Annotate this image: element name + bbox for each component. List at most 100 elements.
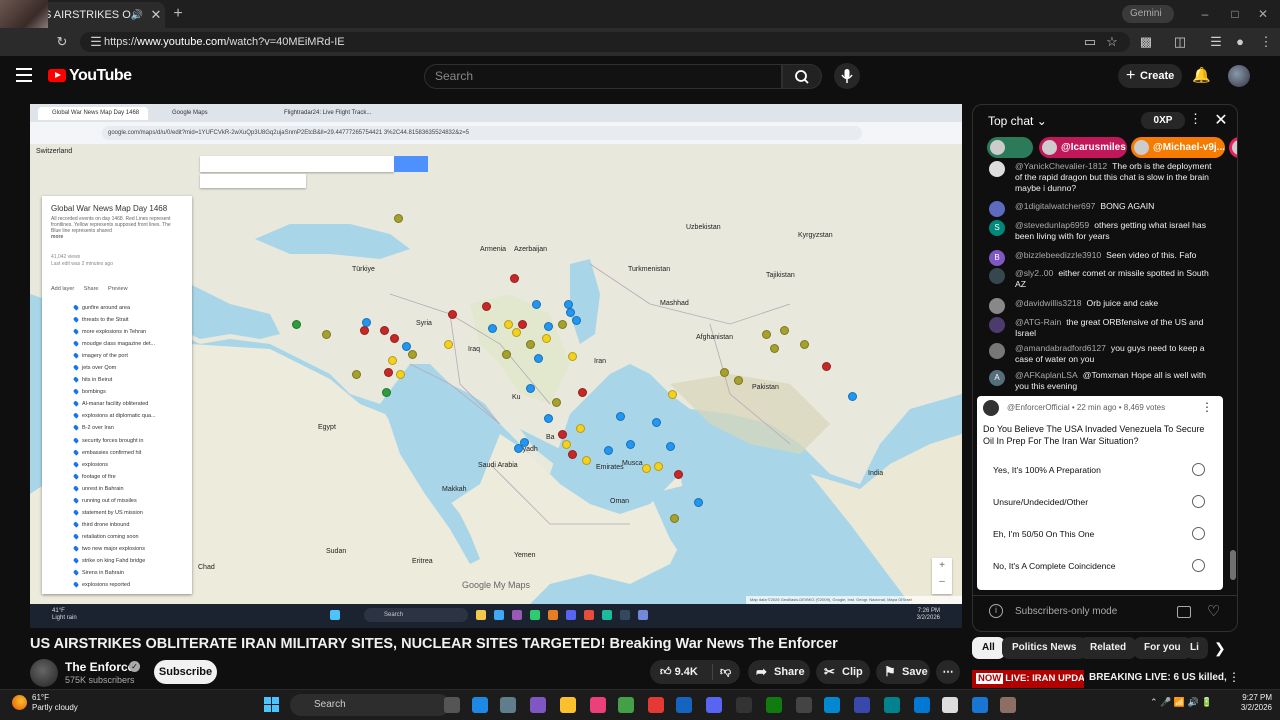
chat-message[interactable]: @amandabradford6127 you guys need to keep… [987,343,1219,365]
settings-icon[interactable] [500,697,516,713]
poll-option[interactable]: No, It's A Complete Coincidence [983,552,1215,580]
youtube-wordmark[interactable]: YouTube [69,67,132,85]
notifications-bell-icon[interactable]: 🔔 [1192,66,1211,86]
chat-scrollbar[interactable] [1230,160,1236,590]
chip-politics-news[interactable]: Politics News [1002,637,1087,659]
hamburger-menu-icon[interactable] [16,68,32,82]
steam-icon[interactable] [676,697,692,713]
dislike-button[interactable]: 👎︎ [720,660,736,684]
sidebar-icon[interactable]: ◫ [1170,32,1190,52]
scrollbar-thumb[interactable] [1230,550,1236,580]
chat-author[interactable]: @stevedunlap6959 [1015,220,1089,230]
edge-icon[interactable] [472,697,488,713]
chat-message[interactable]: @YanickChevalier-1812 The orb is the depl… [987,161,1219,193]
poll-option[interactable]: Yes, It's 100% A Preparation [983,456,1215,484]
music-icon[interactable] [590,697,606,713]
like-button[interactable]: 👍︎ 9.4K [660,660,710,684]
task-view-icon[interactable] [444,697,460,713]
app-icon[interactable] [736,697,752,713]
share-button[interactable]: ➦ Share [748,660,810,684]
chat-message[interactable]: @davidwillis3218 Orb juice and cake [987,298,1219,314]
chat-message[interactable]: @ATG-Rain the great ORBfensive of the US … [987,317,1219,339]
save-button[interactable]: ⚑ Save [876,660,930,684]
poll-more-icon[interactable]: ⋮ [1201,400,1213,414]
ticker-item[interactable] [1229,137,1237,158]
chat-message[interactable]: @1digitalwatcher697 BONG AGAIN [987,201,1219,217]
taskbar-search[interactable]: Search [290,694,450,716]
chat-author[interactable]: @YanickChevalier-1812 [1015,161,1107,171]
chat-message[interactable]: A @AFKaplanLSA @Tomxman Hope all is well w… [987,370,1219,392]
app-icon[interactable] [796,697,812,713]
ticker-item[interactable]: @Icarusmiles [1039,137,1127,158]
subscribe-button[interactable]: Subscribe [154,660,217,684]
url-field[interactable]: https://www.youtube.com/watch?v=40MEiMRd… [80,32,1130,52]
chip-related[interactable]: Related [1080,637,1137,659]
search-button[interactable] [782,64,822,89]
new-tab-button[interactable]: + [168,4,188,24]
ticker-item[interactable]: @Michael-v9j... [1131,137,1225,158]
ticker-item[interactable] [987,137,1033,158]
radio-icon[interactable] [1192,527,1205,540]
poll-option[interactable]: Unsure/Undecided/Other [983,488,1215,516]
discord-icon[interactable] [706,697,722,713]
extensions-icon[interactable]: ▩ [1136,32,1156,52]
file-explorer-icon[interactable] [560,697,576,713]
app-icon[interactable] [972,697,988,713]
app-icon[interactable] [854,697,870,713]
media-icon[interactable]: ☰ [1206,32,1226,52]
chat-author[interactable]: @bizzlebeedizzle3910 [1015,250,1101,260]
chip-for-you[interactable]: For you [1134,637,1191,659]
site-info-icon[interactable]: ☰ [86,32,106,52]
notepad-icon[interactable] [942,697,958,713]
recommended-more-icon[interactable]: ⋮ [1228,670,1240,684]
radio-icon[interactable] [1192,559,1205,572]
radio-icon[interactable] [1192,463,1205,476]
weather-widget[interactable]: 61°F Partly cloudy [12,693,132,713]
taskbar-clock[interactable]: 9:27 PM 3/2/2026 [1232,693,1272,713]
super-chat-icon[interactable] [1177,606,1191,618]
close-window-icon[interactable]: ✕ [1254,6,1272,22]
gemini-button[interactable]: Gemini [1122,5,1174,23]
chip-all[interactable]: All [972,637,1005,659]
search-input[interactable]: Search [424,64,782,89]
close-chat-icon[interactable]: ✕ [1213,110,1229,130]
close-tab-icon[interactable]: ✕ [147,7,165,23]
speaker-icon[interactable]: 🔊 [131,10,143,21]
chat-author[interactable]: @davidwillis3218 [1015,298,1082,308]
radio-icon[interactable] [1192,495,1205,508]
install-app-icon[interactable]: ▭ [1080,32,1100,52]
chat-more-icon[interactable]: ⋮ [1189,111,1202,127]
poll-option[interactable]: Eh, I'm 50/50 On This One [983,520,1215,548]
app-icon[interactable] [914,697,930,713]
chat-message[interactable]: @sly2..00 either comet or missile spotted… [987,268,1219,290]
chat-message[interactable]: S @stevedunlap6959 others getting what isr… [987,220,1219,242]
channel-avatar[interactable] [30,659,58,687]
browser-menu-icon[interactable]: ⋮ [1256,32,1276,52]
xbox-icon[interactable] [766,697,782,713]
chat-author[interactable]: @sly2..00 [1015,268,1053,278]
recommended-thumbnail[interactable]: NOWLIVE: IRAN UPDATES [972,670,1084,688]
channel-name[interactable]: The Enforcer [65,660,139,674]
app-icon[interactable] [618,697,634,713]
more-actions-button[interactable]: ⋯ [936,660,960,684]
chat-author[interactable]: @AFKaplanLSA [1015,370,1078,380]
bookmark-star-icon[interactable]: ☆ [1102,32,1122,52]
youtube-logo-icon[interactable] [48,69,66,82]
chip-live[interactable]: Li [1186,637,1208,659]
app-icon[interactable] [530,697,546,713]
info-icon[interactable]: i [989,604,1003,618]
recommended-title[interactable]: BREAKING LIVE: 6 US killed, [1089,672,1239,683]
create-button[interactable]: Create [1118,64,1182,88]
chrome-icon[interactable] [648,697,664,713]
chat-message[interactable]: B @bizzlebeedizzle3910 Seen video of this.… [987,250,1219,266]
profile-icon[interactable]: ● [1230,32,1250,52]
photos-icon[interactable] [824,697,840,713]
xp-badge[interactable]: 0XP [1141,112,1185,129]
chat-author[interactable]: @ATG-Rain [1015,317,1061,327]
minimize-icon[interactable]: – [1196,6,1214,22]
chat-author[interactable]: @amandabradford6127 [1015,343,1106,353]
system-tray[interactable]: ⌃ 🎤 📶 🔊 🔋 [1150,697,1212,708]
maximize-icon[interactable]: □ [1226,6,1244,22]
video-player[interactable]: Global War News Map Day 1468 Google Maps… [30,104,962,628]
user-avatar[interactable] [1228,65,1250,87]
